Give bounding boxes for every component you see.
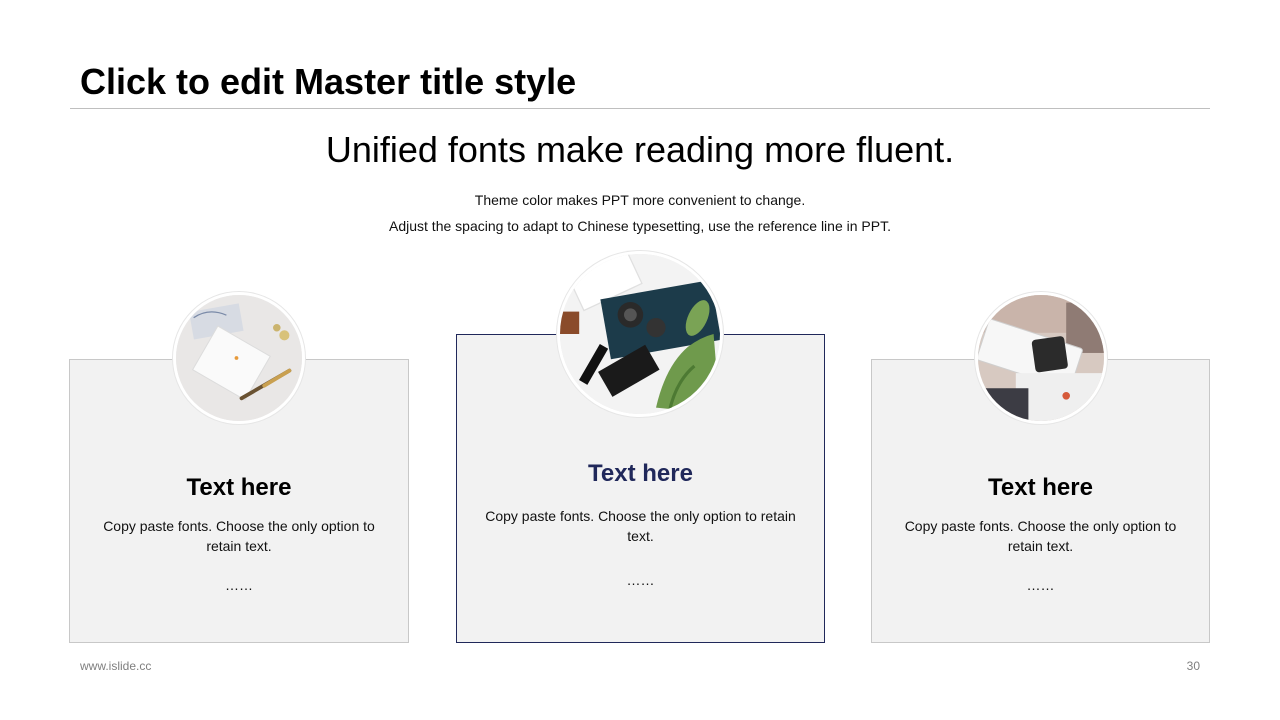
subline-theme-color[interactable]: Theme color makes PPT more convenient to… — [0, 191, 1280, 209]
card-ellipsis: …… — [225, 577, 253, 593]
card-heading: Text here — [988, 474, 1093, 501]
card-body: Copy paste fonts. Choose the only option… — [485, 508, 796, 544]
title-divider — [70, 108, 1210, 109]
card-heading: Text here — [588, 460, 693, 487]
notebook-pen-photo[interactable] — [173, 292, 305, 424]
laptop-phone-photo[interactable] — [975, 292, 1107, 424]
card-ellipsis: …… — [626, 572, 655, 588]
card-heading: Text here — [186, 474, 292, 501]
headline[interactable]: Unified fonts make reading more fluent. — [0, 128, 1280, 172]
card-ellipsis: …… — [1026, 577, 1055, 593]
desk-accessories-photo[interactable] — [557, 251, 723, 417]
laptop-phone-illustration — [978, 295, 1104, 421]
notebook-pen-illustration — [176, 295, 302, 421]
footer-website[interactable]: www.islide.cc — [80, 658, 151, 674]
page-number: 30 — [1186, 659, 1200, 673]
card-body: Copy paste fonts. Choose the only option… — [904, 518, 1177, 554]
slide-title[interactable]: Click to edit Master title style — [80, 60, 576, 104]
subline-spacing[interactable]: Adjust the spacing to adapt to Chinese t… — [0, 217, 1280, 235]
card-body: Copy paste fonts. Choose the only option… — [103, 518, 375, 554]
desk-accessories-illustration — [560, 254, 720, 414]
